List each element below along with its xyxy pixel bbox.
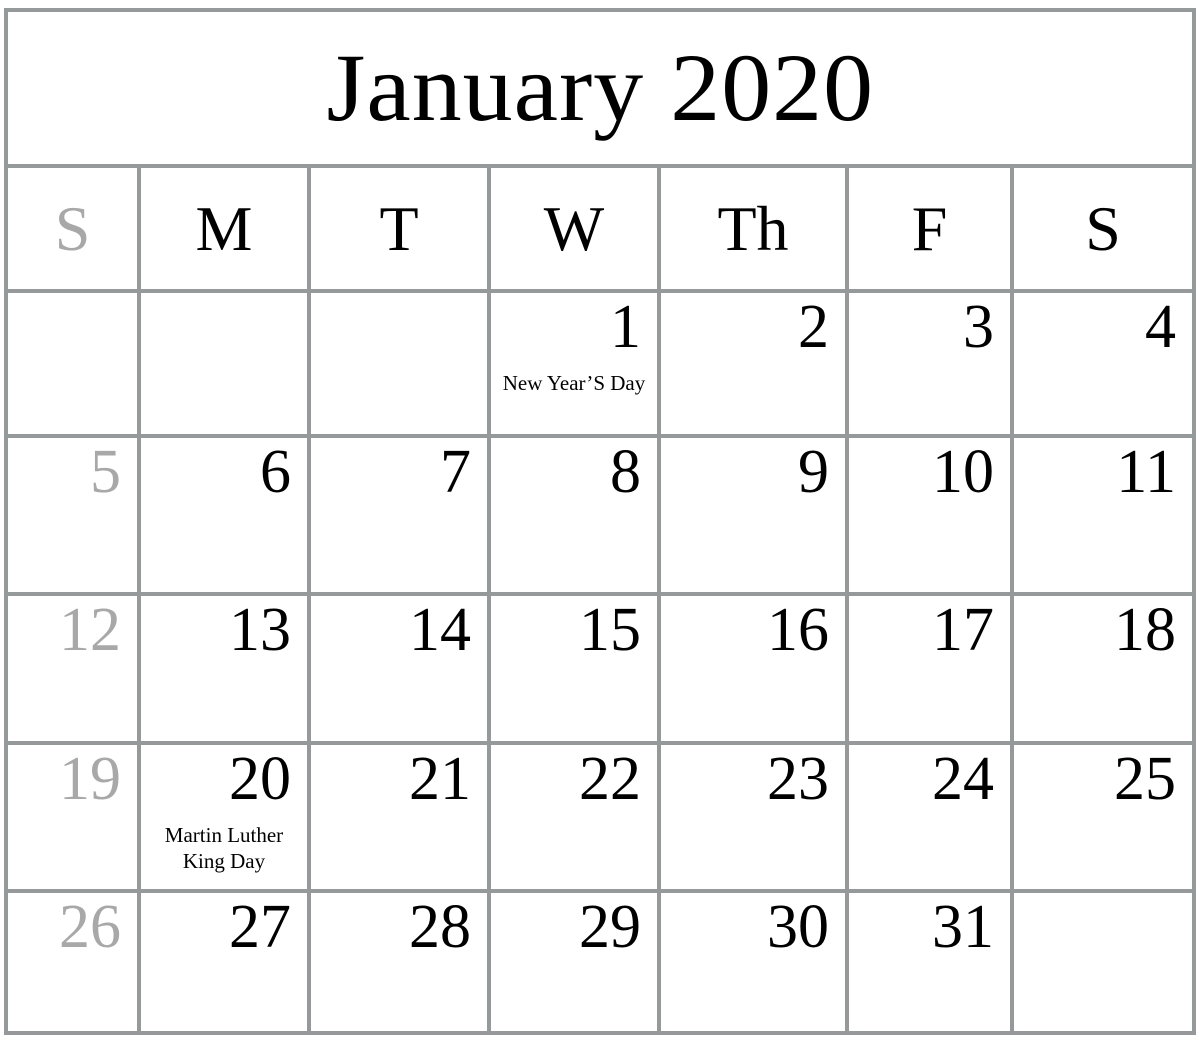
week-row: 5 6 7 8 9 10 11 bbox=[8, 438, 1192, 596]
day-number: 20 bbox=[229, 745, 291, 813]
day-cell-05[interactable]: 5 bbox=[8, 438, 141, 592]
weekday-header-saturday: S bbox=[1014, 168, 1192, 289]
week-row: 1 New Year’S Day 2 3 4 bbox=[8, 293, 1192, 438]
day-cell-21[interactable]: 21 bbox=[311, 745, 491, 889]
day-cell-11[interactable]: 11 bbox=[1014, 438, 1192, 592]
calendar-weeks: 1 New Year’S Day 2 3 4 5 6 7 8 9 10 11 1… bbox=[8, 293, 1192, 1031]
day-number: 26 bbox=[59, 893, 121, 961]
day-number: 18 bbox=[1114, 596, 1176, 664]
weekday-header-row: S M T W Th F S bbox=[8, 168, 1192, 293]
day-cell-16[interactable]: 16 bbox=[661, 596, 849, 741]
day-cell-24[interactable]: 24 bbox=[849, 745, 1014, 889]
day-cell-06[interactable]: 6 bbox=[141, 438, 311, 592]
day-cell-07[interactable]: 7 bbox=[311, 438, 491, 592]
day-number: 6 bbox=[260, 438, 291, 506]
day-number: 14 bbox=[409, 596, 471, 664]
day-number: 16 bbox=[767, 596, 829, 664]
weekday-label: M bbox=[195, 192, 253, 264]
calendar-title: January 2020 bbox=[326, 34, 874, 141]
day-number: 24 bbox=[932, 745, 994, 813]
day-cell-empty bbox=[8, 293, 141, 434]
week-row: 12 13 14 15 16 17 18 bbox=[8, 596, 1192, 745]
day-number: 23 bbox=[767, 745, 829, 813]
day-cell-13[interactable]: 13 bbox=[141, 596, 311, 741]
day-cell-04[interactable]: 4 bbox=[1014, 293, 1192, 434]
day-number: 30 bbox=[767, 893, 829, 961]
day-number: 4 bbox=[1145, 293, 1176, 361]
day-number: 29 bbox=[579, 893, 641, 961]
day-number: 8 bbox=[610, 438, 641, 506]
day-cell-26[interactable]: 26 bbox=[8, 893, 141, 1031]
day-number: 5 bbox=[90, 438, 121, 506]
day-cell-28[interactable]: 28 bbox=[311, 893, 491, 1031]
day-cell-01[interactable]: 1 New Year’S Day bbox=[491, 293, 661, 434]
day-cell-empty bbox=[141, 293, 311, 434]
day-cell-10[interactable]: 10 bbox=[849, 438, 1014, 592]
weekday-label: W bbox=[543, 192, 605, 264]
day-cell-02[interactable]: 2 bbox=[661, 293, 849, 434]
week-row: 19 20 Martin Luther King Day 21 22 23 24… bbox=[8, 745, 1192, 893]
weekday-label: F bbox=[911, 192, 948, 264]
day-number: 13 bbox=[229, 596, 291, 664]
day-cell-19[interactable]: 19 bbox=[8, 745, 141, 889]
day-cell-31[interactable]: 31 bbox=[849, 893, 1014, 1031]
day-cell-03[interactable]: 3 bbox=[849, 293, 1014, 434]
day-event-label: New Year’S Day bbox=[502, 371, 646, 395]
day-number: 10 bbox=[932, 438, 994, 506]
day-number: 3 bbox=[963, 293, 994, 361]
day-cell-18[interactable]: 18 bbox=[1014, 596, 1192, 741]
day-cell-22[interactable]: 22 bbox=[491, 745, 661, 889]
day-number: 7 bbox=[440, 438, 471, 506]
calendar-january-2020: January 2020 S M T W Th F S 1 New Year’S… bbox=[4, 8, 1196, 1035]
weekday-header-friday: F bbox=[849, 168, 1014, 289]
weekday-label: Th bbox=[717, 192, 789, 264]
day-number: 31 bbox=[932, 893, 994, 961]
day-cell-29[interactable]: 29 bbox=[491, 893, 661, 1031]
weekday-header-wednesday: W bbox=[491, 168, 661, 289]
day-cell-15[interactable]: 15 bbox=[491, 596, 661, 741]
weekday-label: T bbox=[379, 192, 419, 264]
day-cell-27[interactable]: 27 bbox=[141, 893, 311, 1031]
day-number: 17 bbox=[932, 596, 994, 664]
day-cell-empty bbox=[311, 293, 491, 434]
day-cell-14[interactable]: 14 bbox=[311, 596, 491, 741]
day-cell-empty bbox=[1014, 893, 1192, 1031]
day-number: 19 bbox=[59, 745, 121, 813]
day-number: 25 bbox=[1114, 745, 1176, 813]
weekday-header-monday: M bbox=[141, 168, 311, 289]
weekday-header-sunday: S bbox=[8, 168, 141, 289]
day-number: 11 bbox=[1116, 438, 1176, 506]
weekday-header-tuesday: T bbox=[311, 168, 491, 289]
day-number: 9 bbox=[798, 438, 829, 506]
day-number: 12 bbox=[59, 596, 121, 664]
day-cell-17[interactable]: 17 bbox=[849, 596, 1014, 741]
day-number: 1 bbox=[610, 293, 641, 361]
weekday-label: S bbox=[54, 192, 91, 264]
day-cell-12[interactable]: 12 bbox=[8, 596, 141, 741]
day-number: 22 bbox=[579, 745, 641, 813]
weekday-label: S bbox=[1085, 192, 1121, 264]
day-number: 27 bbox=[229, 893, 291, 961]
day-cell-23[interactable]: 23 bbox=[661, 745, 849, 889]
calendar-title-bar: January 2020 bbox=[8, 12, 1192, 168]
day-number: 28 bbox=[409, 893, 471, 961]
day-event-label: Martin Luther King Day bbox=[164, 823, 284, 873]
week-row: 26 27 28 29 30 31 bbox=[8, 893, 1192, 1031]
day-number: 2 bbox=[798, 293, 829, 361]
day-cell-08[interactable]: 8 bbox=[491, 438, 661, 592]
day-cell-09[interactable]: 9 bbox=[661, 438, 849, 592]
day-number: 21 bbox=[409, 745, 471, 813]
day-number: 15 bbox=[579, 596, 641, 664]
day-cell-30[interactable]: 30 bbox=[661, 893, 849, 1031]
day-cell-25[interactable]: 25 bbox=[1014, 745, 1192, 889]
weekday-header-thursday: Th bbox=[661, 168, 849, 289]
day-cell-20[interactable]: 20 Martin Luther King Day bbox=[141, 745, 311, 889]
